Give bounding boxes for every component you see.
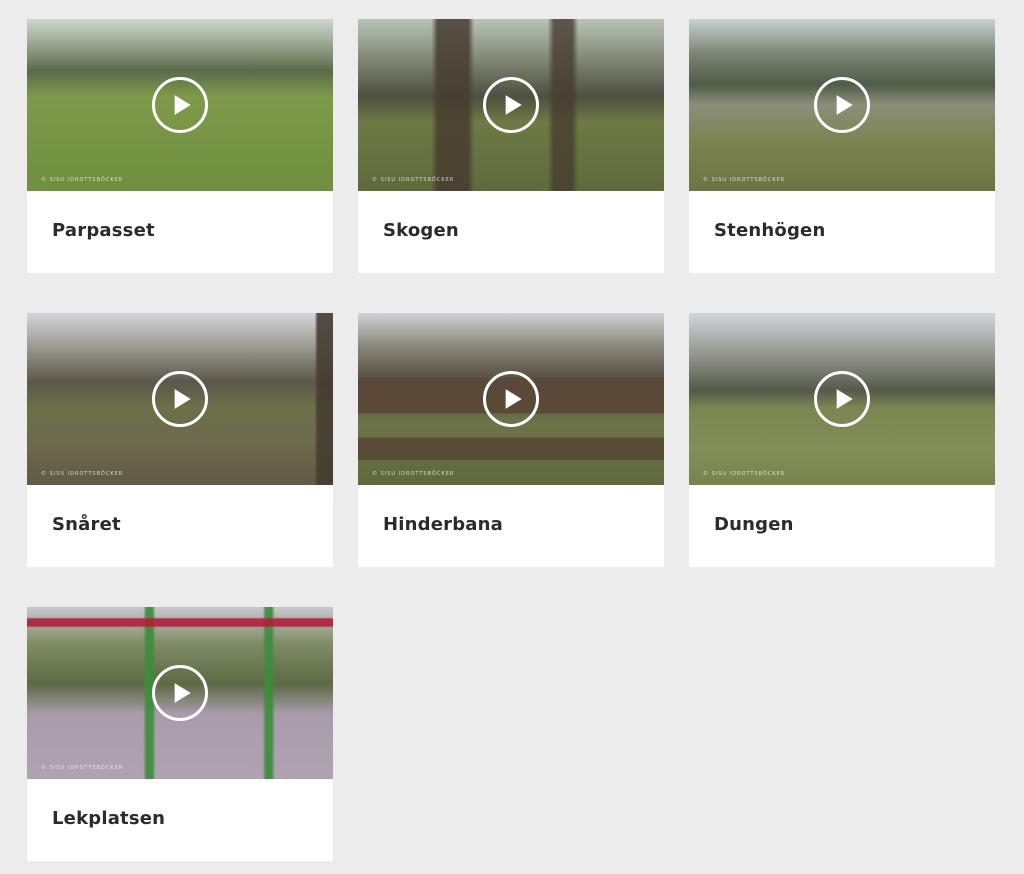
video-card-snaret[interactable]: © SISU IDROTTSBÖCKER Snåret bbox=[27, 313, 333, 567]
video-thumbnail[interactable]: © SISU IDROTTSBÖCKER bbox=[27, 19, 333, 191]
play-circle-icon[interactable] bbox=[814, 77, 870, 133]
video-grid: © SISU IDROTTSBÖCKER Parpasset © SISU ID… bbox=[27, 19, 995, 861]
play-circle-icon[interactable] bbox=[152, 77, 208, 133]
video-title[interactable]: Dungen bbox=[714, 514, 794, 535]
video-card-dungen[interactable]: © SISU IDROTTSBÖCKER Dungen bbox=[689, 313, 995, 567]
play-circle-icon[interactable] bbox=[152, 371, 208, 427]
video-title[interactable]: Snåret bbox=[52, 514, 121, 535]
video-card-lekplatsen[interactable]: © SISU IDROTTSBÖCKER Lekplatsen bbox=[27, 607, 333, 861]
watermark-text: © SISU IDROTTSBÖCKER bbox=[372, 471, 455, 477]
video-card-skogen[interactable]: © SISU IDROTTSBÖCKER Skogen bbox=[358, 19, 664, 273]
video-title[interactable]: Parpasset bbox=[52, 220, 155, 241]
video-card-stenhogen[interactable]: © SISU IDROTTSBÖCKER Stenhögen bbox=[689, 19, 995, 273]
watermark-text: © SISU IDROTTSBÖCKER bbox=[372, 177, 455, 183]
play-circle-icon[interactable] bbox=[814, 371, 870, 427]
play-circle-icon[interactable] bbox=[483, 77, 539, 133]
play-circle-icon[interactable] bbox=[152, 665, 208, 721]
video-thumbnail[interactable]: © SISU IDROTTSBÖCKER bbox=[358, 19, 664, 191]
video-card-parpasset[interactable]: © SISU IDROTTSBÖCKER Parpasset bbox=[27, 19, 333, 273]
watermark-text: © SISU IDROTTSBÖCKER bbox=[703, 471, 786, 477]
play-circle-icon[interactable] bbox=[483, 371, 539, 427]
video-title[interactable]: Hinderbana bbox=[383, 514, 503, 535]
watermark-text: © SISU IDROTTSBÖCKER bbox=[41, 177, 124, 183]
video-thumbnail[interactable]: © SISU IDROTTSBÖCKER bbox=[689, 313, 995, 485]
watermark-text: © SISU IDROTTSBÖCKER bbox=[703, 177, 786, 183]
video-thumbnail[interactable]: © SISU IDROTTSBÖCKER bbox=[689, 19, 995, 191]
watermark-text: © SISU IDROTTSBÖCKER bbox=[41, 471, 124, 477]
video-card-hinderbana[interactable]: © SISU IDROTTSBÖCKER Hinderbana bbox=[358, 313, 664, 567]
video-title[interactable]: Skogen bbox=[383, 220, 459, 241]
video-thumbnail[interactable]: © SISU IDROTTSBÖCKER bbox=[27, 607, 333, 779]
video-title[interactable]: Lekplatsen bbox=[52, 808, 165, 829]
watermark-text: © SISU IDROTTSBÖCKER bbox=[41, 765, 124, 771]
video-thumbnail[interactable]: © SISU IDROTTSBÖCKER bbox=[358, 313, 664, 485]
video-title[interactable]: Stenhögen bbox=[714, 220, 825, 241]
video-thumbnail[interactable]: © SISU IDROTTSBÖCKER bbox=[27, 313, 333, 485]
